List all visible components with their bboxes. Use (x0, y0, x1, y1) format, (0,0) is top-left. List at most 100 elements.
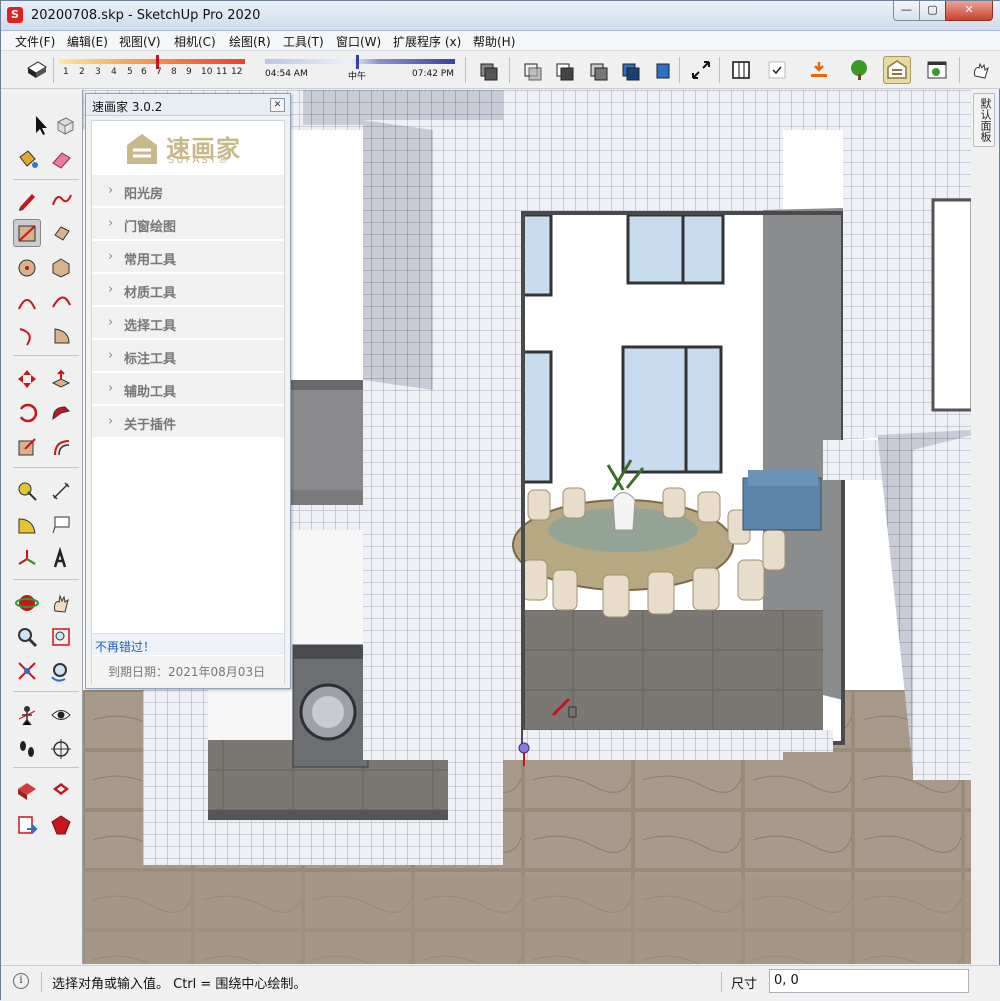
minimize-button[interactable]: — (893, 1, 920, 21)
checkbox-button[interactable] (763, 56, 791, 84)
three-point-arc-tool[interactable] (13, 321, 41, 349)
shadow-date-slider[interactable]: 1 2 3 4 5 6 7 8 9 10 11 12 (59, 55, 245, 85)
rotated-rectangle-tool[interactable] (47, 219, 75, 247)
previous-view-tool[interactable] (47, 657, 75, 685)
menu-extensions[interactable]: 扩展程序 (x) (393, 33, 461, 50)
polygon-icon (52, 258, 70, 278)
plugin-item-sunroom[interactable]: › 阳光房 (92, 175, 284, 207)
month-label: 10 (201, 67, 213, 77)
3d-text-tool[interactable] (47, 545, 75, 573)
measurements-input[interactable]: 0, 0 (769, 969, 969, 993)
component-box-icon (56, 117, 75, 135)
title-bar: S 20200708.skp - SketchUp Pro 2020 — ▢ ✕ (1, 1, 1000, 31)
paint-bucket-tool[interactable] (13, 145, 41, 173)
move-toolbar-handle[interactable] (967, 56, 995, 84)
maximize-button[interactable]: ▢ (919, 1, 946, 21)
zoom-extents-icon (18, 662, 36, 680)
sunlight-button[interactable] (805, 56, 833, 84)
rotate-tool[interactable] (13, 399, 41, 427)
shaded-button[interactable] (585, 56, 613, 84)
text-tool[interactable] (47, 511, 75, 539)
month-label: 1 (63, 67, 69, 77)
dimension-tool[interactable] (47, 477, 75, 505)
zoom-extents-tool[interactable] (13, 657, 41, 685)
move-tool[interactable] (13, 365, 41, 393)
close-button[interactable]: ✕ (945, 1, 993, 21)
plugin-item-label: 关于插件 (124, 418, 177, 433)
menu-camera[interactable]: 相机(C) (174, 33, 216, 50)
offset-tool[interactable] (47, 433, 75, 461)
default-tray-tab[interactable]: 默认面板 (973, 93, 995, 147)
menu-tools[interactable]: 工具(T) (283, 33, 324, 50)
arc-tool[interactable] (13, 287, 41, 315)
tree-icon (851, 60, 867, 80)
line-tool[interactable] (13, 185, 41, 213)
extension-warehouse-tool[interactable] (47, 777, 75, 805)
push-pull-tool[interactable] (47, 365, 75, 393)
zoom-tool[interactable] (13, 623, 41, 651)
menu-help[interactable]: 帮助(H) (473, 33, 515, 50)
plant-button[interactable] (845, 56, 873, 84)
plugin-item-door-window[interactable]: › 门窗绘图 (92, 208, 284, 240)
two-point-arc-tool[interactable] (47, 287, 75, 315)
rectangle-tool[interactable] (13, 219, 41, 247)
menu-file[interactable]: 文件(F) (15, 33, 55, 50)
extension-manager-tool[interactable] (47, 811, 75, 839)
follow-me-tool[interactable] (47, 399, 75, 427)
protractor-tool[interactable] (13, 511, 41, 539)
plugin-item-common-tools[interactable]: › 常用工具 (92, 241, 284, 273)
window-plugin-button[interactable] (923, 56, 951, 84)
3d-text-icon (53, 546, 67, 568)
plugin-tagline[interactable]: 不再错过！ (92, 633, 284, 655)
axes-tool[interactable] (13, 545, 41, 573)
menu-edit[interactable]: 编辑(E) (67, 33, 108, 50)
sketchup-app-icon[interactable]: S (7, 7, 23, 23)
plugin-item-dimension-tools[interactable]: › 标注工具 (92, 340, 284, 372)
plugin-item-material-tools[interactable]: › 材质工具 (92, 274, 284, 306)
status-hint: 选择对角或输入值。 Ctrl = 围绕中心绘制。 (52, 977, 307, 992)
warehouse-tool[interactable] (13, 777, 41, 805)
blue-armchair (742, 470, 822, 531)
component-tool[interactable] (51, 111, 79, 139)
send-to-layout-tool[interactable] (13, 811, 41, 839)
chevron-right-icon: › (108, 216, 114, 231)
shadow-time-slider[interactable]: 04:54 AM 中午 07:42 PM (265, 55, 455, 85)
plugin-item-select-tools[interactable]: › 选择工具 (92, 307, 284, 339)
tape-measure-icon (18, 482, 37, 501)
plugin-close-button[interactable]: ✕ (270, 98, 285, 112)
eraser-tool[interactable] (47, 145, 75, 173)
plugin-item-helper-tools[interactable]: › 辅助工具 (92, 373, 284, 405)
plugin-item-label: 选择工具 (124, 319, 177, 334)
scale-tool[interactable] (13, 433, 41, 461)
pan-tool[interactable] (47, 589, 75, 617)
section-plane-tool[interactable] (47, 735, 75, 763)
info-icon[interactable]: i (13, 973, 29, 989)
time-slider-thumb[interactable] (356, 55, 359, 69)
zoom-window-tool[interactable] (47, 623, 75, 651)
circle-tool[interactable] (13, 253, 41, 281)
sufast-plugin-button[interactable] (883, 56, 911, 84)
shadows-toggle-button[interactable] (23, 56, 51, 84)
walk-tool[interactable] (13, 735, 41, 763)
look-around-tool[interactable] (47, 701, 75, 729)
menu-view[interactable]: 视图(V) (119, 33, 161, 50)
plugin-title-bar[interactable]: 速画家 3.0.2 ✕ (86, 94, 290, 116)
plugin-item-about[interactable]: › 关于插件 (92, 406, 284, 438)
monochrome-button[interactable] (649, 56, 677, 84)
menu-draw[interactable]: 绘图(R) (229, 33, 271, 50)
freehand-tool[interactable] (47, 185, 75, 213)
orbit-tool[interactable] (13, 589, 41, 617)
hidden-line-button[interactable] (551, 56, 579, 84)
section-plane-button[interactable] (727, 56, 755, 84)
chevron-right-icon: › (108, 183, 114, 198)
measurements-label: 尺寸 (731, 977, 758, 992)
menu-window[interactable]: 窗口(W) (336, 33, 381, 50)
xray-button[interactable] (519, 56, 547, 84)
tape-measure-tool[interactable] (13, 477, 41, 505)
fog-style-button[interactable] (475, 56, 503, 84)
textured-button[interactable] (617, 56, 645, 84)
zoom-extents-button[interactable] (687, 56, 715, 84)
polygon-tool[interactable] (47, 253, 75, 281)
pie-tool[interactable] (47, 321, 75, 349)
position-camera-tool[interactable] (13, 701, 41, 729)
